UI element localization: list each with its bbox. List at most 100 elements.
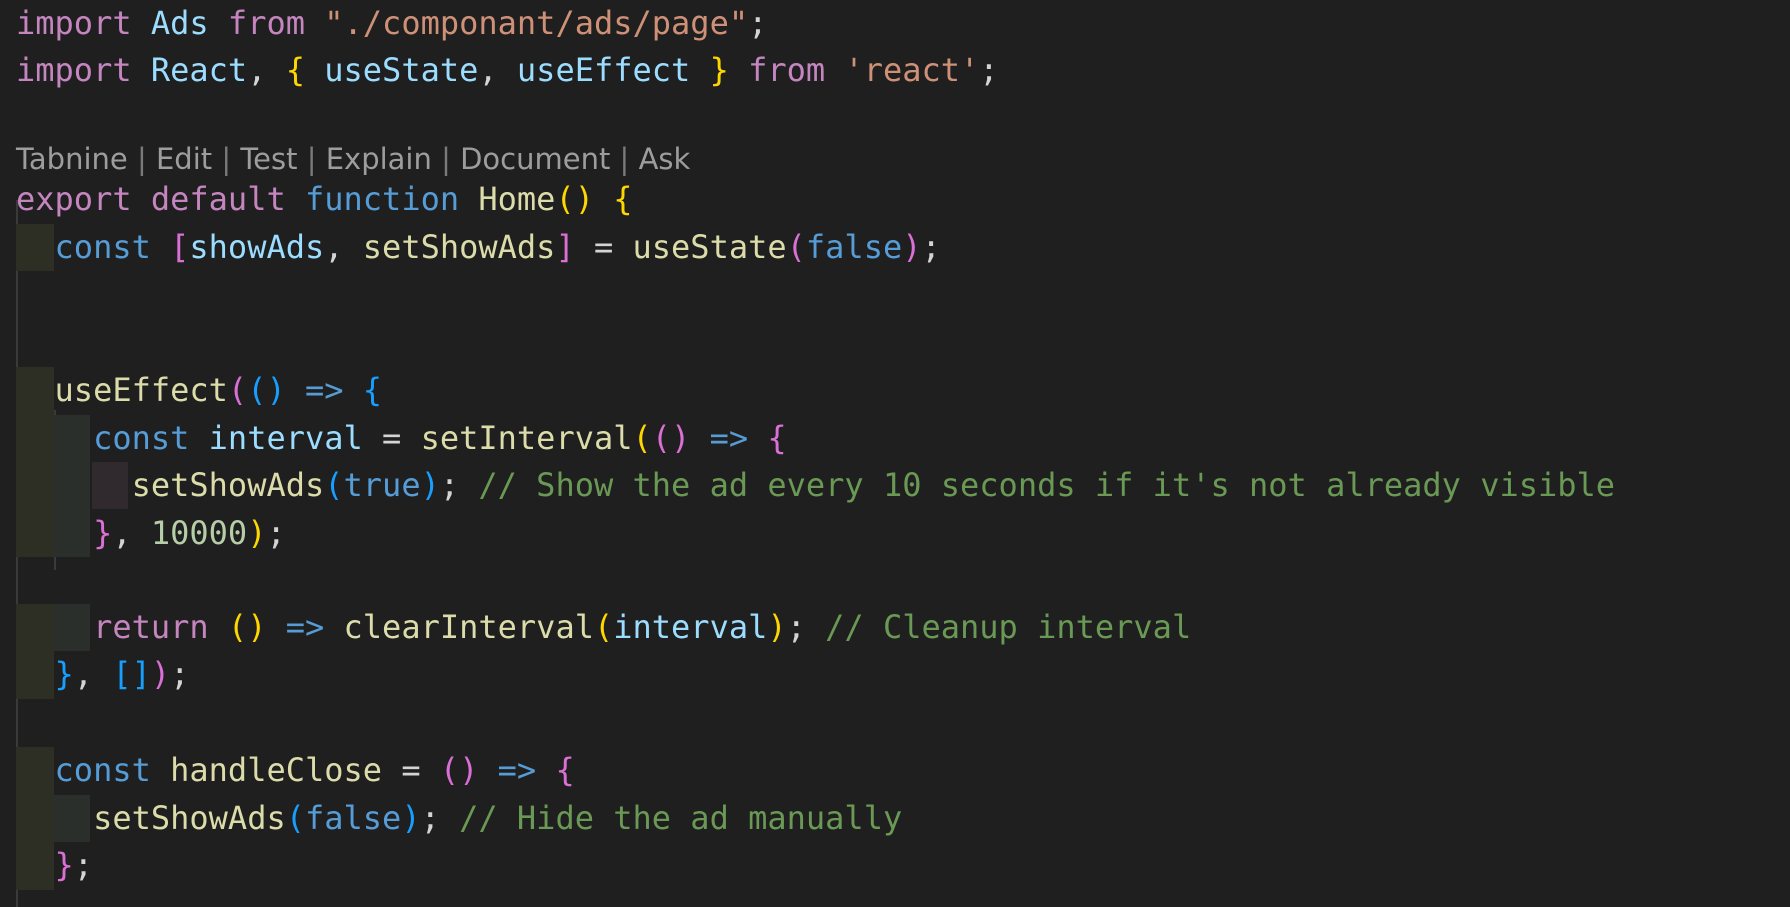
code-token: ) xyxy=(420,466,440,504)
code-line[interactable]: }, []); xyxy=(16,651,190,698)
code-token: => xyxy=(285,608,325,646)
code-token: false xyxy=(805,228,903,266)
code-token: setShowAds xyxy=(362,228,556,266)
code-token: interval xyxy=(613,608,768,646)
code-line[interactable]: }; xyxy=(16,842,94,889)
codelens-edit[interactable]: Edit xyxy=(156,142,212,176)
code-token: function xyxy=(304,180,460,218)
code-token: const xyxy=(54,751,151,789)
code-token: false xyxy=(304,799,402,837)
code-token: React xyxy=(150,51,248,89)
code-token: ; xyxy=(420,799,460,837)
code-line[interactable]: import React, { useState, useEffect } fr… xyxy=(16,47,999,94)
codelens-separator: | xyxy=(610,142,639,176)
code-token: ; xyxy=(266,514,286,552)
code-token: interval xyxy=(208,419,363,457)
code-token: useEffect xyxy=(516,51,691,89)
code-token: 'react' xyxy=(844,51,980,89)
code-line[interactable]: setShowAds(false); // Hide the ad manual… xyxy=(16,795,902,842)
code-line[interactable]: import Ads from "./componant/ads/page"; xyxy=(16,0,767,47)
code-token: ) xyxy=(902,228,922,266)
code-token: const xyxy=(54,228,151,266)
code-token: ) xyxy=(401,799,421,837)
code-line[interactable]: }, 10000); xyxy=(16,510,286,557)
code-token: { xyxy=(613,180,633,218)
code-line[interactable]: const [showAds, setShowAds] = useState(f… xyxy=(16,224,941,271)
code-token: { xyxy=(555,751,575,789)
code-token: ) xyxy=(767,608,787,646)
codelens-document[interactable]: Document xyxy=(460,142,610,176)
code-token: // Show the ad every 10 seconds if it's … xyxy=(478,466,1616,504)
code-token: , xyxy=(478,51,517,89)
code-token: ( xyxy=(227,371,248,409)
code-token: , xyxy=(73,655,113,693)
code-token: [ xyxy=(170,228,190,266)
code-token: useState xyxy=(324,51,479,89)
codelens-tabnine[interactable]: Tabnine xyxy=(16,142,128,176)
code-token: { xyxy=(362,371,383,409)
codelens-explain[interactable]: Explain xyxy=(326,142,432,176)
code-token: ( xyxy=(285,799,305,837)
code-token: [] xyxy=(112,655,151,693)
code-token: useEffect xyxy=(54,371,228,409)
code-token: } xyxy=(54,655,74,693)
code-token: { xyxy=(285,51,305,89)
code-token: } xyxy=(54,846,74,884)
code-editor[interactable]: Tabnine | Edit | Test | Explain | Docume… xyxy=(0,0,1790,907)
code-line[interactable]: setShowAds(true); // Show the ad every 1… xyxy=(16,462,1615,509)
code-token: => xyxy=(304,371,344,409)
code-token: , xyxy=(112,514,151,552)
code-line[interactable]: export default function Home() { xyxy=(16,176,633,223)
code-token: () xyxy=(555,180,594,218)
code-token: ; xyxy=(170,655,190,693)
code-token: => xyxy=(709,419,749,457)
codelens-separator: | xyxy=(212,142,241,176)
code-token: () xyxy=(439,751,479,789)
code-token: setShowAds xyxy=(131,466,325,504)
code-token: } xyxy=(709,51,729,89)
codelens-test[interactable]: Test xyxy=(240,142,297,176)
code-token: = xyxy=(574,228,633,266)
code-line[interactable]: const interval = setInterval(() => { xyxy=(16,415,787,462)
code-token: useState xyxy=(632,228,787,266)
code-line[interactable]: useEffect(() => { xyxy=(16,367,383,414)
code-token: true xyxy=(343,466,421,504)
code-line[interactable]: const handleClose = () => { xyxy=(16,747,575,794)
code-token: ( xyxy=(632,419,652,457)
code-token: { xyxy=(767,419,787,457)
code-token: ( xyxy=(324,466,344,504)
code-token: , xyxy=(324,228,363,266)
code-token: Ads xyxy=(150,4,209,42)
code-token: clearInterval xyxy=(343,608,594,646)
code-line[interactable]: return () => clearInterval(interval); //… xyxy=(16,604,1191,651)
code-token: ] xyxy=(555,228,575,266)
code-token: import xyxy=(16,51,132,89)
codelens-ask[interactable]: Ask xyxy=(639,142,691,176)
code-token: // Cleanup interval xyxy=(825,608,1192,646)
code-token: ; xyxy=(439,466,479,504)
code-token: 10000 xyxy=(150,514,248,552)
code-token: const xyxy=(93,419,190,457)
code-token: => xyxy=(497,751,537,789)
code-token: () xyxy=(247,371,286,409)
